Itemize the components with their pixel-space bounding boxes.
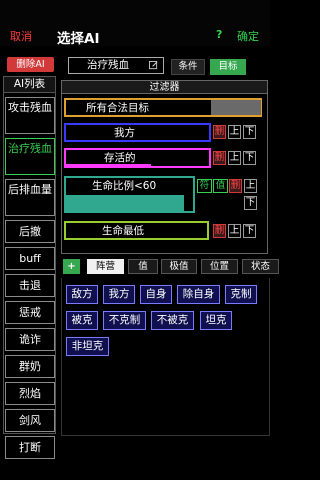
edit-icon[interactable] [149, 61, 158, 70]
page-title: 选择AI [57, 31, 100, 47]
option-button[interactable]: 非坦克 [66, 337, 109, 356]
ai-name-field[interactable]: 治疗残血 [68, 57, 164, 74]
option-button[interactable]: 克制 [225, 285, 257, 304]
filter-options-panel: 敌方 我方 自身 除自身 克制 被克 不克制 不被克 坦克 非坦克 [61, 278, 270, 436]
help-button[interactable]: ? [216, 28, 222, 41]
move-down-button[interactable]: 下 [243, 224, 256, 238]
move-down-button[interactable]: 下 [243, 151, 256, 165]
filter-row-label: 生命比例<60 [92, 180, 157, 192]
cancel-button[interactable]: 取消 [10, 28, 32, 44]
filter-row[interactable]: 生命比例<60 [64, 176, 195, 213]
ai-list-item[interactable]: 诡诈 [5, 328, 55, 351]
ai-list-item[interactable]: 后撤 [5, 220, 55, 243]
move-up-button[interactable]: 上 [228, 224, 241, 238]
move-down-button[interactable]: 下 [243, 125, 256, 139]
delete-button[interactable]: 删 [229, 179, 242, 193]
option-button[interactable]: 我方 [103, 285, 135, 304]
ai-list-item[interactable]: 群奶 [5, 355, 55, 378]
filter-title: 过滤器 [62, 81, 267, 94]
filter-row[interactable]: 存活的 [64, 148, 211, 168]
tab-extreme[interactable]: 极值 [161, 259, 197, 274]
filter-row[interactable]: 生命最低 [64, 221, 209, 240]
delete-button[interactable]: 删 [213, 151, 226, 165]
match-button[interactable]: 符 [197, 179, 212, 193]
move-up-button[interactable]: 上 [244, 179, 257, 193]
tab-faction[interactable]: 阵营 [87, 259, 124, 274]
move-up-button[interactable]: 上 [228, 151, 241, 165]
option-button[interactable]: 除自身 [177, 285, 220, 304]
ai-list-item[interactable]: buff [5, 247, 55, 270]
option-button[interactable]: 不克制 [103, 311, 146, 330]
filter-row[interactable]: 我方 [64, 123, 211, 142]
ai-list-item[interactable]: 击退 [5, 274, 55, 297]
top-bar: 取消 选择AI ? 确定 [0, 0, 270, 47]
option-button[interactable]: 敌方 [66, 285, 98, 304]
delete-button[interactable]: 删 [213, 125, 226, 139]
option-button[interactable]: 被克 [66, 311, 98, 330]
move-up-button[interactable]: 上 [228, 125, 241, 139]
delete-ai-button[interactable]: 删除AI [7, 57, 54, 72]
filter-row[interactable]: 所有合法目标 [64, 98, 262, 117]
add-filter-button[interactable]: + [63, 259, 80, 274]
option-button[interactable]: 坦克 [200, 311, 232, 330]
confirm-button[interactable]: 确定 [237, 28, 259, 44]
filter-category-tabs: + 阵营 值 极值 位置 状态 [61, 259, 279, 275]
ai-list-item[interactable]: 惩戒 [5, 301, 55, 324]
ai-list-title: AI列表 [4, 77, 55, 93]
option-button[interactable]: 不被克 [151, 311, 194, 330]
filter-row-label: 所有合法目标 [86, 102, 149, 114]
value-button[interactable]: 值 [213, 179, 228, 193]
ai-list-item[interactable]: 后排血量 [5, 179, 55, 216]
ai-name-text: 治疗残血 [87, 59, 129, 71]
tab-condition[interactable]: 条件 [171, 59, 205, 75]
ai-list-item[interactable]: 烈焰 [5, 382, 55, 405]
ai-list-item[interactable]: 治疗残血 [5, 138, 55, 175]
tab-status[interactable]: 状态 [242, 259, 279, 274]
filter-row-label: 存活的 [104, 152, 136, 164]
ai-list-item[interactable]: 攻击残血 [5, 97, 55, 134]
ai-list-item[interactable]: 剑风 [5, 409, 55, 432]
ai-list: AI列表 攻击残血 治疗残血 后排血量 后撤 buff 击退 惩戒 诡诈 群奶 … [3, 76, 56, 459]
ai-list-item[interactable]: 打断 [5, 436, 55, 459]
move-down-button[interactable]: 下 [244, 196, 257, 210]
tab-value[interactable]: 值 [128, 259, 158, 274]
filter-panel: 过滤器 所有合法目标 我方 删 上 下 存活的 删 上 下 生命比例<60 符 … [61, 80, 268, 254]
delete-button[interactable]: 删 [213, 224, 226, 238]
tab-target[interactable]: 目标 [210, 59, 246, 75]
option-button[interactable]: 自身 [140, 285, 172, 304]
filter-row-label: 生命最低 [102, 225, 144, 237]
tab-position[interactable]: 位置 [201, 259, 238, 274]
filter-progress-bar [66, 195, 184, 211]
filter-row-label: 我方 [114, 127, 135, 139]
